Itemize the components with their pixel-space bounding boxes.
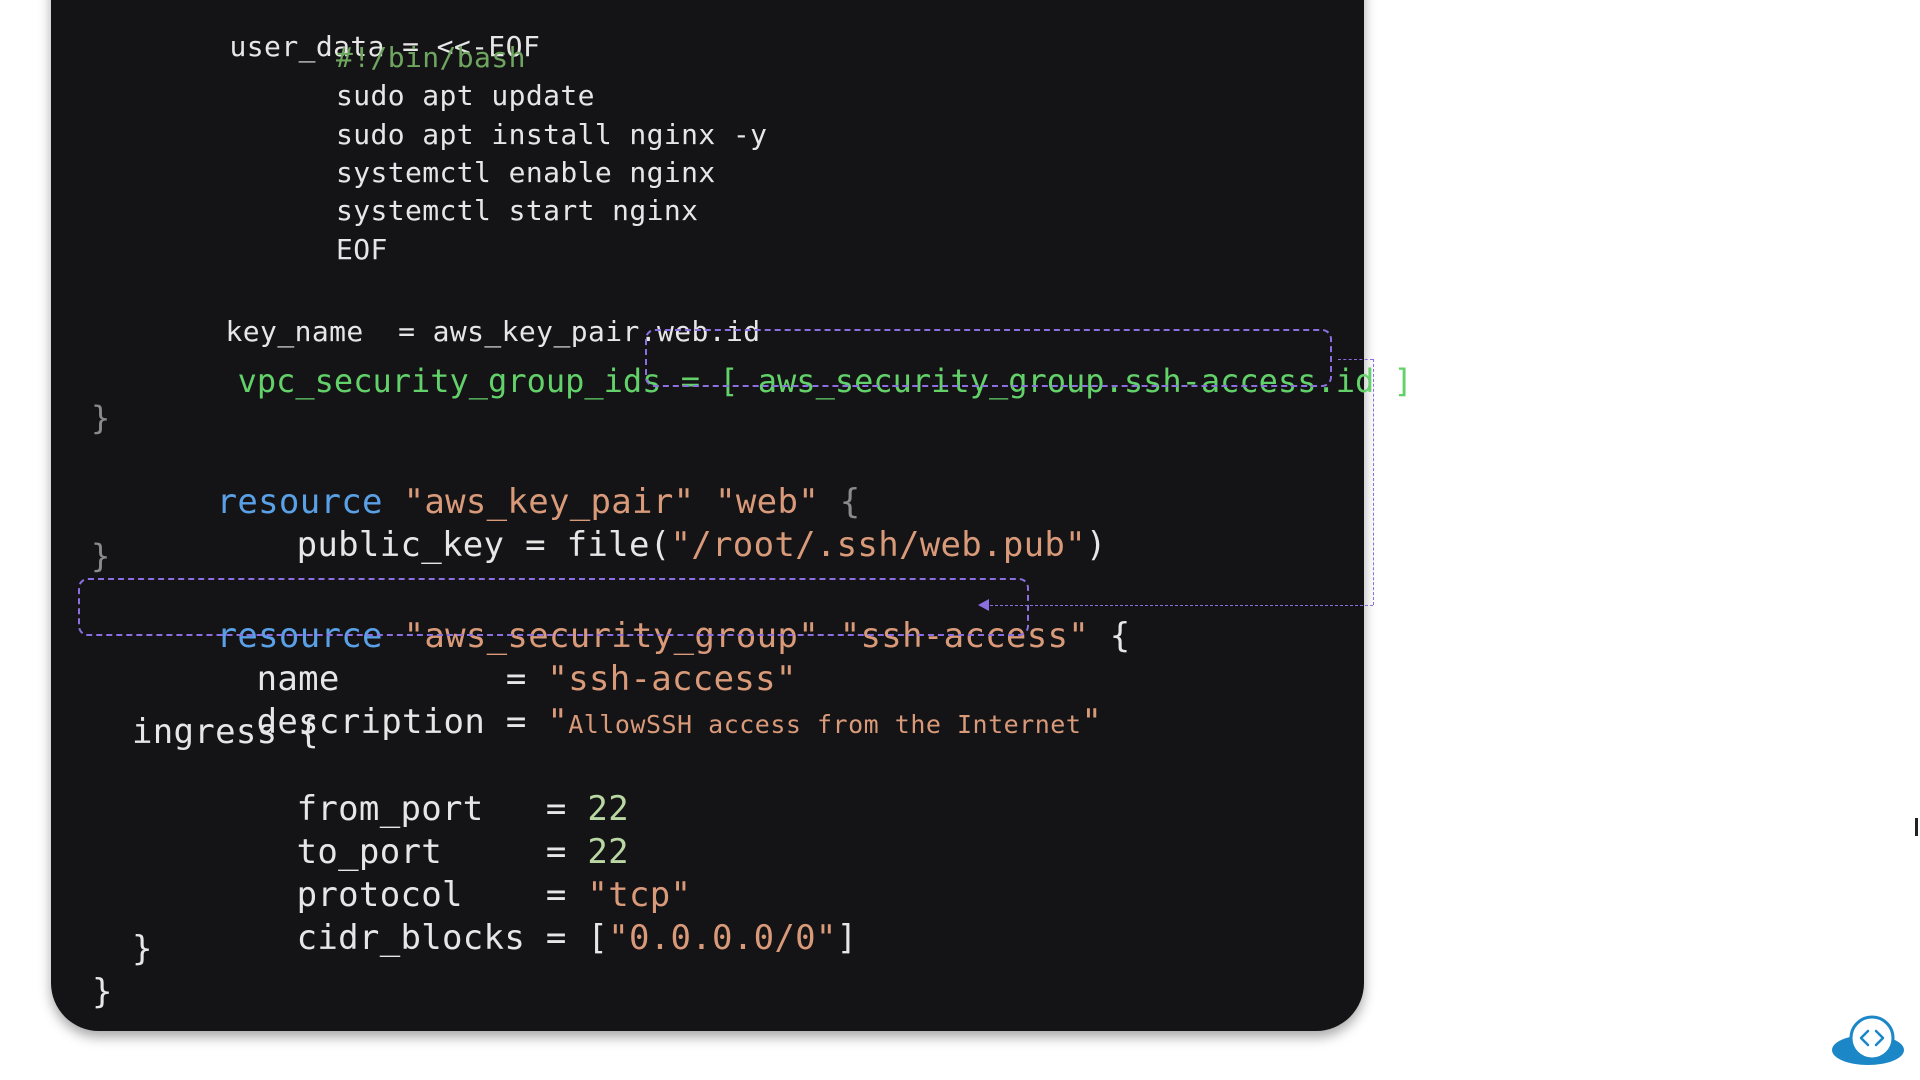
sg-reference-highlight — [645, 329, 1332, 387]
code-line-script-1: sudo apt update — [336, 79, 595, 112]
code-line-cidr-blocks: cidr_blocks = ["0.0.0.0/0"] — [296, 918, 858, 958]
code-line-script-4: systemctl start nginx — [336, 194, 699, 227]
annotation-connector-bottom — [990, 605, 1373, 606]
code-line-close-brace-2: } — [91, 537, 111, 575]
text-cursor — [1915, 818, 1918, 836]
code-line-shebang: #!/bin/bash — [336, 41, 526, 74]
annotation-connector-top — [1338, 359, 1373, 360]
code-line-ingress-close: } — [132, 929, 153, 969]
code-line-ingress-open: ingress { — [132, 712, 319, 752]
annotation-arrowhead — [978, 599, 989, 611]
code-line-script-5: EOF — [336, 233, 388, 266]
code-line-close-brace-1: } — [91, 399, 111, 437]
code-panel: user_data = <<-EOF #!/bin/bash sudo apt … — [51, 0, 1413, 1031]
code-line-script-2: sudo apt install nginx -y — [336, 118, 768, 151]
annotation-connector-vertical — [1373, 359, 1374, 605]
code-cloud-icon — [1832, 1015, 1904, 1065]
code-line-final-close: } — [92, 972, 113, 1012]
code-line-script-3: systemctl enable nginx — [336, 156, 716, 189]
slide: user_data = <<-EOF #!/bin/bash sudo apt … — [0, 0, 1920, 1080]
